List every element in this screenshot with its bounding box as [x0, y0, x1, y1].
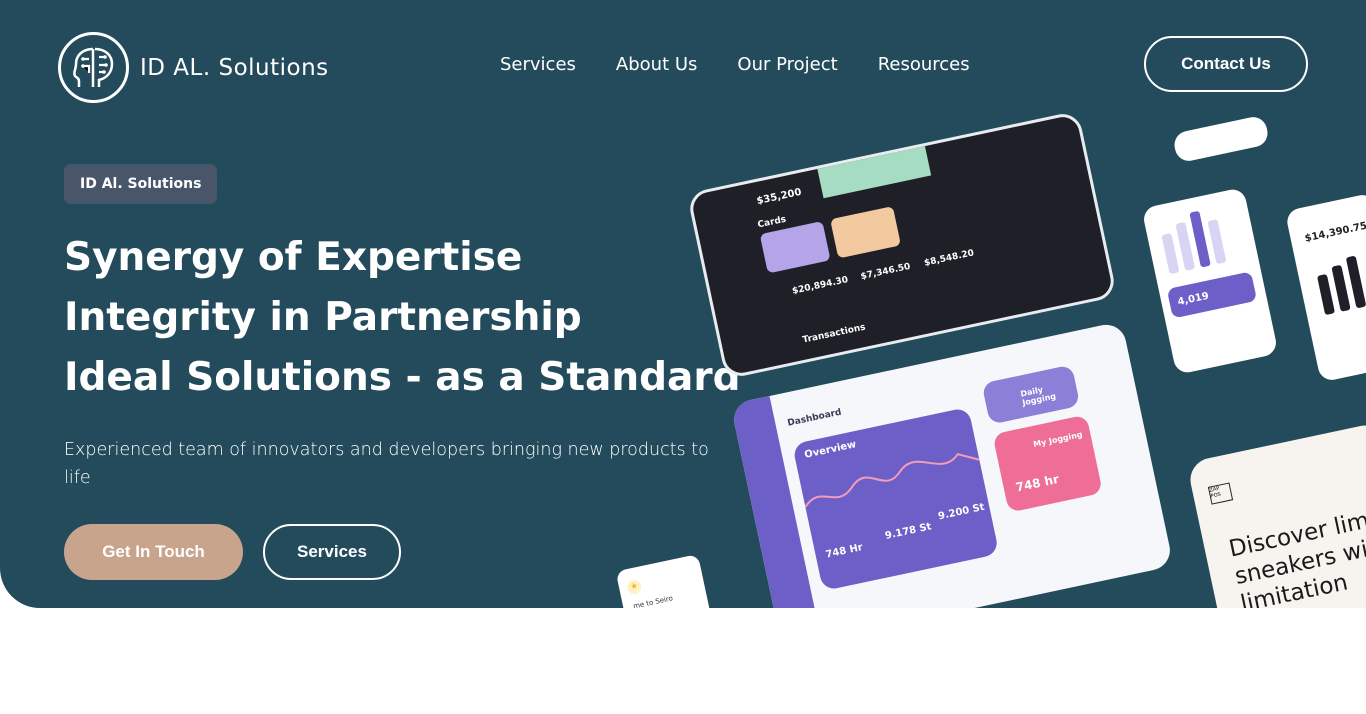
contact-us-button[interactable]: Contact Us: [1144, 36, 1308, 92]
nav-link-services[interactable]: Services: [500, 54, 576, 75]
phone2-value: $14,390.75: [1303, 220, 1366, 245]
main-nav: Services About Us Our Project Resources: [500, 54, 1010, 75]
brain-circuit-icon: [58, 32, 129, 103]
credit-card-orange: [830, 206, 902, 259]
hero-subtext: Experienced team of innovators and devel…: [64, 440, 709, 488]
overview-panel: Overview 748 Hr 9.178 St 9.200 St: [792, 406, 1000, 592]
hero-headline: Synergy of Expertise Integrity in Partne…: [64, 228, 741, 408]
my-jogging-card: My Jogging 748 hr: [992, 414, 1103, 513]
star-icon: ★: [625, 578, 643, 596]
daily-jogging-label: Daily Jogging: [1019, 385, 1057, 408]
promo-logo: ZAP POS: [1207, 482, 1234, 505]
phone-bar: [1161, 233, 1180, 275]
dashboard-title: Dashboard: [786, 407, 843, 429]
credit-card-purple: [759, 221, 831, 274]
note-text: me to Seiro: [632, 594, 674, 608]
brand-name: ID AL. Solutions: [140, 54, 329, 81]
services-button[interactable]: Services: [263, 524, 401, 580]
income-value: $20,894.30: [791, 275, 850, 297]
nav-link-our-project[interactable]: Our Project: [737, 54, 837, 75]
phone-summary-card: 4,019: [1166, 271, 1258, 319]
get-in-touch-button[interactable]: Get In Touch: [64, 524, 243, 580]
headline-line-2: Integrity in Partnership: [64, 295, 582, 340]
hours-value: 748 Hr: [824, 542, 864, 561]
mockup-top-fragment: [1171, 114, 1271, 164]
steps-value: 9.178 St: [884, 521, 933, 542]
phone-value: 4,019: [1176, 290, 1210, 309]
phone2-bar: [1316, 273, 1336, 316]
spending-value: $7,346.50: [859, 261, 912, 283]
balance-value: $35,200: [755, 186, 803, 208]
nav-link-resources[interactable]: Resources: [878, 54, 970, 75]
mockup-phone-activity: 4,019: [1141, 187, 1279, 375]
brand-logo[interactable]: ID AL. Solutions: [58, 32, 329, 103]
jogging-hours: 748 hr: [1014, 471, 1061, 495]
phone-bar: [1207, 219, 1227, 265]
mockup-note-card: ★ me to Seiro: [615, 554, 713, 608]
hero-section: ID AL. Solutions Services About Us Our P…: [0, 0, 1366, 608]
cards-section-label: Cards: [756, 214, 788, 231]
mockup-phone-finance: $14,390.75: [1284, 192, 1366, 383]
mockup-sneaker-promo: ZAP POS Discover limit sneakers wit limi…: [1186, 421, 1366, 608]
transactions-label: Transactions: [801, 322, 867, 346]
balance-card-highlight: [815, 136, 932, 199]
promo-text: Discover limit sneakers wit limitation: [1227, 503, 1366, 608]
saving-value: $8,548.20: [923, 248, 976, 269]
hero-badge: ID Al. Solutions: [64, 164, 218, 204]
target-value: 9.200 St: [937, 501, 986, 523]
nav-link-about-us[interactable]: About Us: [616, 54, 698, 75]
headline-line-3: Ideal Solutions - as a Standard: [64, 355, 741, 400]
headline-line-1: Synergy of Expertise: [64, 235, 523, 280]
my-jogging-label: My Jogging: [1032, 429, 1084, 450]
daily-jogging-card: Daily Jogging: [981, 364, 1081, 425]
